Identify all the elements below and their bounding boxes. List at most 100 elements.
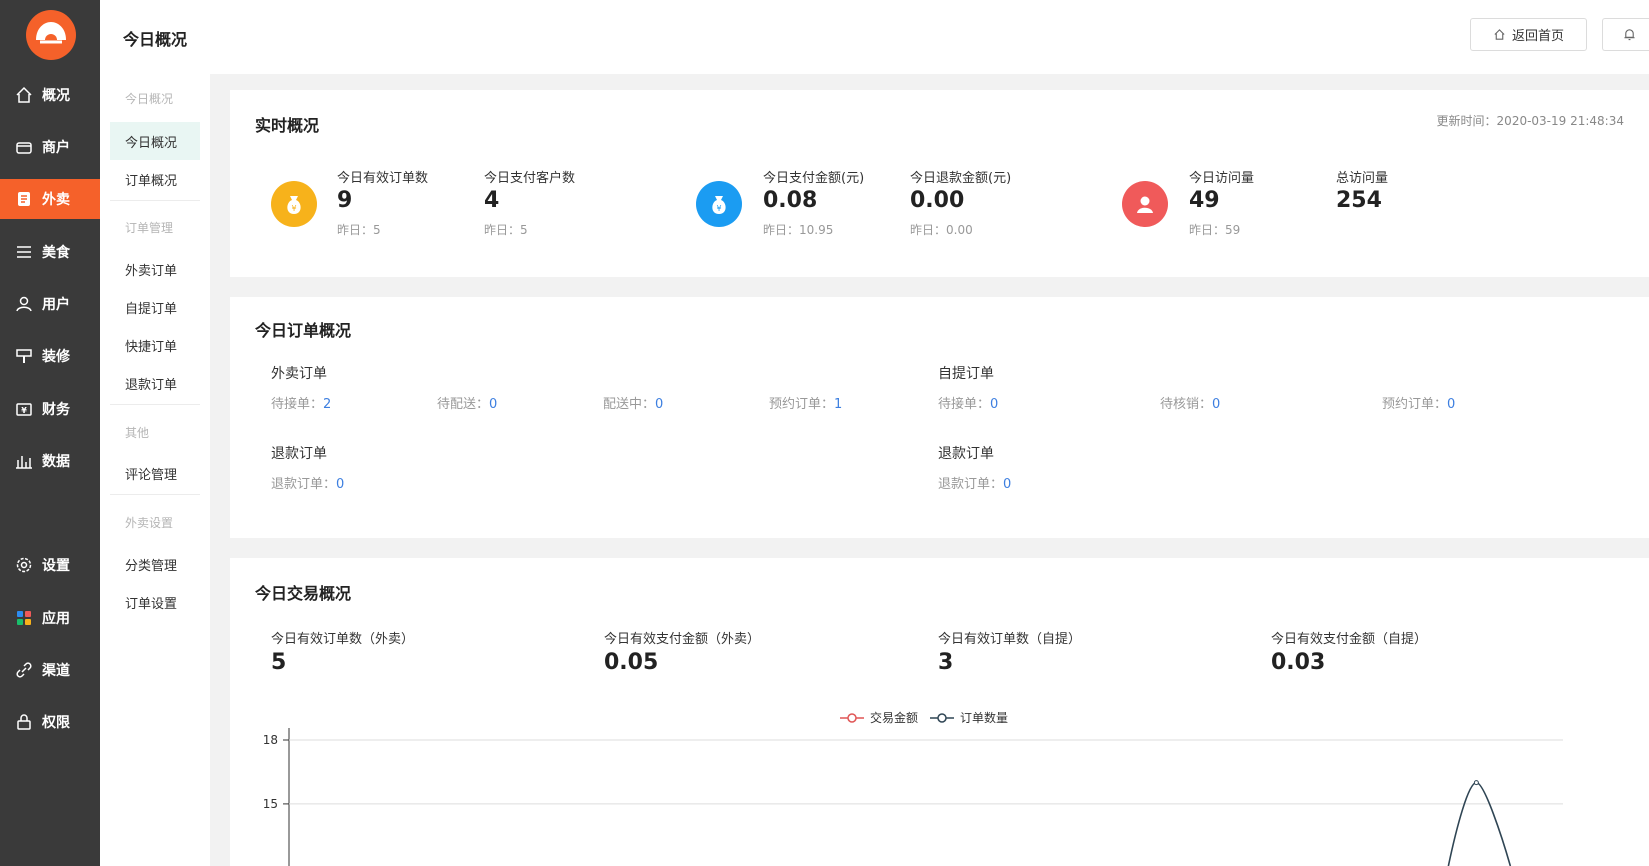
order-stat[interactable]: 退款订单：0 [938, 473, 1011, 492]
stat-value: 0.08 [763, 188, 818, 213]
brand-logo[interactable] [26, 10, 76, 60]
nav-item-label: 数据 [42, 454, 70, 470]
stat-value: 0.00 [910, 188, 965, 213]
decorate-icon [14, 346, 34, 366]
y-tick-label: 18 [263, 733, 278, 747]
tx-value: 0.03 [1271, 650, 1326, 675]
notification-button[interactable] [1602, 18, 1649, 51]
subnav-item-categories[interactable]: 分类管理 [110, 545, 200, 583]
nav-item-finance[interactable]: ¥ 财务 [0, 389, 100, 429]
tx-label: 今日有效支付金额（外卖） [604, 632, 761, 647]
page-title: 今日概况 [123, 30, 188, 49]
stat-label: 今日支付金额(元) [763, 171, 865, 186]
subnav-divider [110, 200, 200, 201]
nav-item-data[interactable]: 数据 [0, 441, 100, 481]
lock-icon [14, 712, 34, 732]
bell-icon [1623, 28, 1636, 41]
transactions-card: 今日交易概况 今日有效订单数（外卖） 5 今日有效支付金额（外卖） 0.05 今… [230, 558, 1649, 866]
subnav-item-quick-orders[interactable]: 快捷订单 [110, 326, 200, 364]
legend-item-count[interactable]: 订单数量 [930, 709, 1008, 726]
legend-label: 交易金额 [870, 711, 919, 725]
subnav-item-today-overview[interactable]: 今日概况 [110, 122, 200, 160]
tx-label: 今日有效订单数（自提） [938, 632, 1082, 647]
transaction-chart: 18 15 [263, 728, 1563, 866]
subnav-group-title: 其他 [125, 426, 150, 440]
tx-value: 5 [271, 650, 287, 675]
nav-item-food[interactable]: 美食 [0, 232, 100, 272]
update-time: 更新时间：2020-03-19 21:48:34 [1436, 114, 1624, 128]
stat-yesterday: 昨日：10.95 [763, 223, 834, 237]
nav-item-label: 商户 [42, 140, 70, 156]
nav-item-label: 概况 [42, 88, 70, 104]
stat-label: 总访问量 [1336, 171, 1389, 186]
nav-item-overview[interactable]: 概况 [0, 75, 100, 115]
nav-item-label: 设置 [42, 558, 70, 574]
nav-item-label: 权限 [42, 715, 70, 731]
back-home-button[interactable]: 返回首页 [1470, 18, 1588, 51]
stat-yesterday: 昨日：5 [337, 223, 381, 237]
nav-item-label: 应用 [42, 611, 70, 627]
store-icon [14, 137, 34, 157]
order-stat[interactable]: 预约订单：0 [1382, 393, 1455, 412]
order-stat[interactable]: 预约订单：1 [769, 393, 842, 412]
legend-label: 订单数量 [960, 711, 1009, 725]
top-header: 今日概况 返回首页 [100, 0, 1649, 74]
user-icon [14, 294, 34, 314]
link-icon [14, 660, 34, 680]
order-stat[interactable]: 待配送：0 [437, 393, 497, 412]
subnav-group-title: 外卖设置 [125, 516, 174, 530]
subnav-group-title: 今日概况 [125, 92, 174, 106]
stat-label: 今日访问量 [1189, 171, 1255, 186]
stat-label: 今日支付客户数 [484, 171, 576, 186]
main-nav: 概况 商户 外卖 美食 用户 装修 ¥ 财务 数据 设置 应用 渠道 权限 [0, 0, 100, 866]
apps-icon [14, 608, 34, 628]
sub-nav: 今日概况 今日概况 订单概况 订单管理 外卖订单 自提订单 快捷订单 退款订单 … [100, 74, 210, 866]
subnav-item-pickup-orders[interactable]: 自提订单 [110, 288, 200, 326]
order-stat[interactable]: 退款订单：0 [271, 473, 344, 492]
refund-orders-title: 退款订单 [938, 446, 994, 462]
stat-yesterday: 昨日：5 [484, 223, 528, 237]
legend-marker-count [930, 712, 954, 723]
subnav-divider [110, 494, 200, 495]
stat-value: 254 [1336, 188, 1382, 213]
nav-item-decorate[interactable]: 装修 [0, 336, 100, 376]
nav-item-label: 财务 [42, 402, 70, 418]
menu-lines-icon [14, 242, 34, 262]
svg-text:¥: ¥ [291, 204, 296, 213]
order-stat[interactable]: 待接单：0 [938, 393, 998, 412]
legend-item-amount[interactable]: 交易金额 [840, 709, 918, 726]
subnav-item-order-overview[interactable]: 订单概况 [110, 160, 200, 198]
nav-item-channels[interactable]: 渠道 [0, 650, 100, 690]
stat-yesterday: 昨日：0.00 [910, 223, 973, 237]
nav-item-merchant[interactable]: 商户 [0, 127, 100, 167]
tx-label: 今日有效订单数（外卖） [271, 632, 415, 647]
nav-item-permissions[interactable]: 权限 [0, 702, 100, 742]
nav-item-users[interactable]: 用户 [0, 284, 100, 324]
subnav-item-reviews[interactable]: 评论管理 [110, 454, 200, 492]
stat-value: 4 [484, 188, 500, 213]
svg-text:¥: ¥ [716, 204, 721, 213]
subnav-item-refund-orders[interactable]: 退款订单 [110, 364, 200, 402]
nav-item-label: 用户 [42, 297, 70, 313]
order-stat[interactable]: 配送中：0 [603, 393, 663, 412]
subnav-group-title: 订单管理 [125, 221, 174, 235]
order-stat[interactable]: 待核销：0 [1160, 393, 1220, 412]
nav-item-settings[interactable]: 设置 [0, 545, 100, 585]
realtime-title: 实时概况 [255, 116, 320, 135]
subnav-item-order-settings[interactable]: 订单设置 [110, 583, 200, 621]
data-point-order-count[interactable] [1473, 780, 1479, 786]
stat-label: 今日退款金额(元) [910, 171, 1012, 186]
tx-label: 今日有效支付金额（自提） [1271, 632, 1428, 647]
nav-item-label: 外卖 [42, 192, 70, 208]
back-home-label: 返回首页 [1512, 29, 1565, 44]
wallet-icon: ¥ [14, 399, 34, 419]
nav-item-takeout[interactable]: 外卖 [0, 179, 100, 219]
subnav-item-takeout-orders[interactable]: 外卖订单 [110, 250, 200, 288]
order-stat[interactable]: 待接单：2 [271, 393, 331, 412]
refund-orders-title: 退款订单 [271, 446, 327, 462]
realtime-card: 实时概况 更新时间：2020-03-19 21:48:34 ¥ 今日有效订单数 … [230, 90, 1649, 277]
money-bag-icon: ¥ [271, 181, 317, 227]
nav-item-apps[interactable]: 应用 [0, 598, 100, 638]
user-avatar-icon [1122, 181, 1168, 227]
tx-value: 3 [938, 650, 954, 675]
